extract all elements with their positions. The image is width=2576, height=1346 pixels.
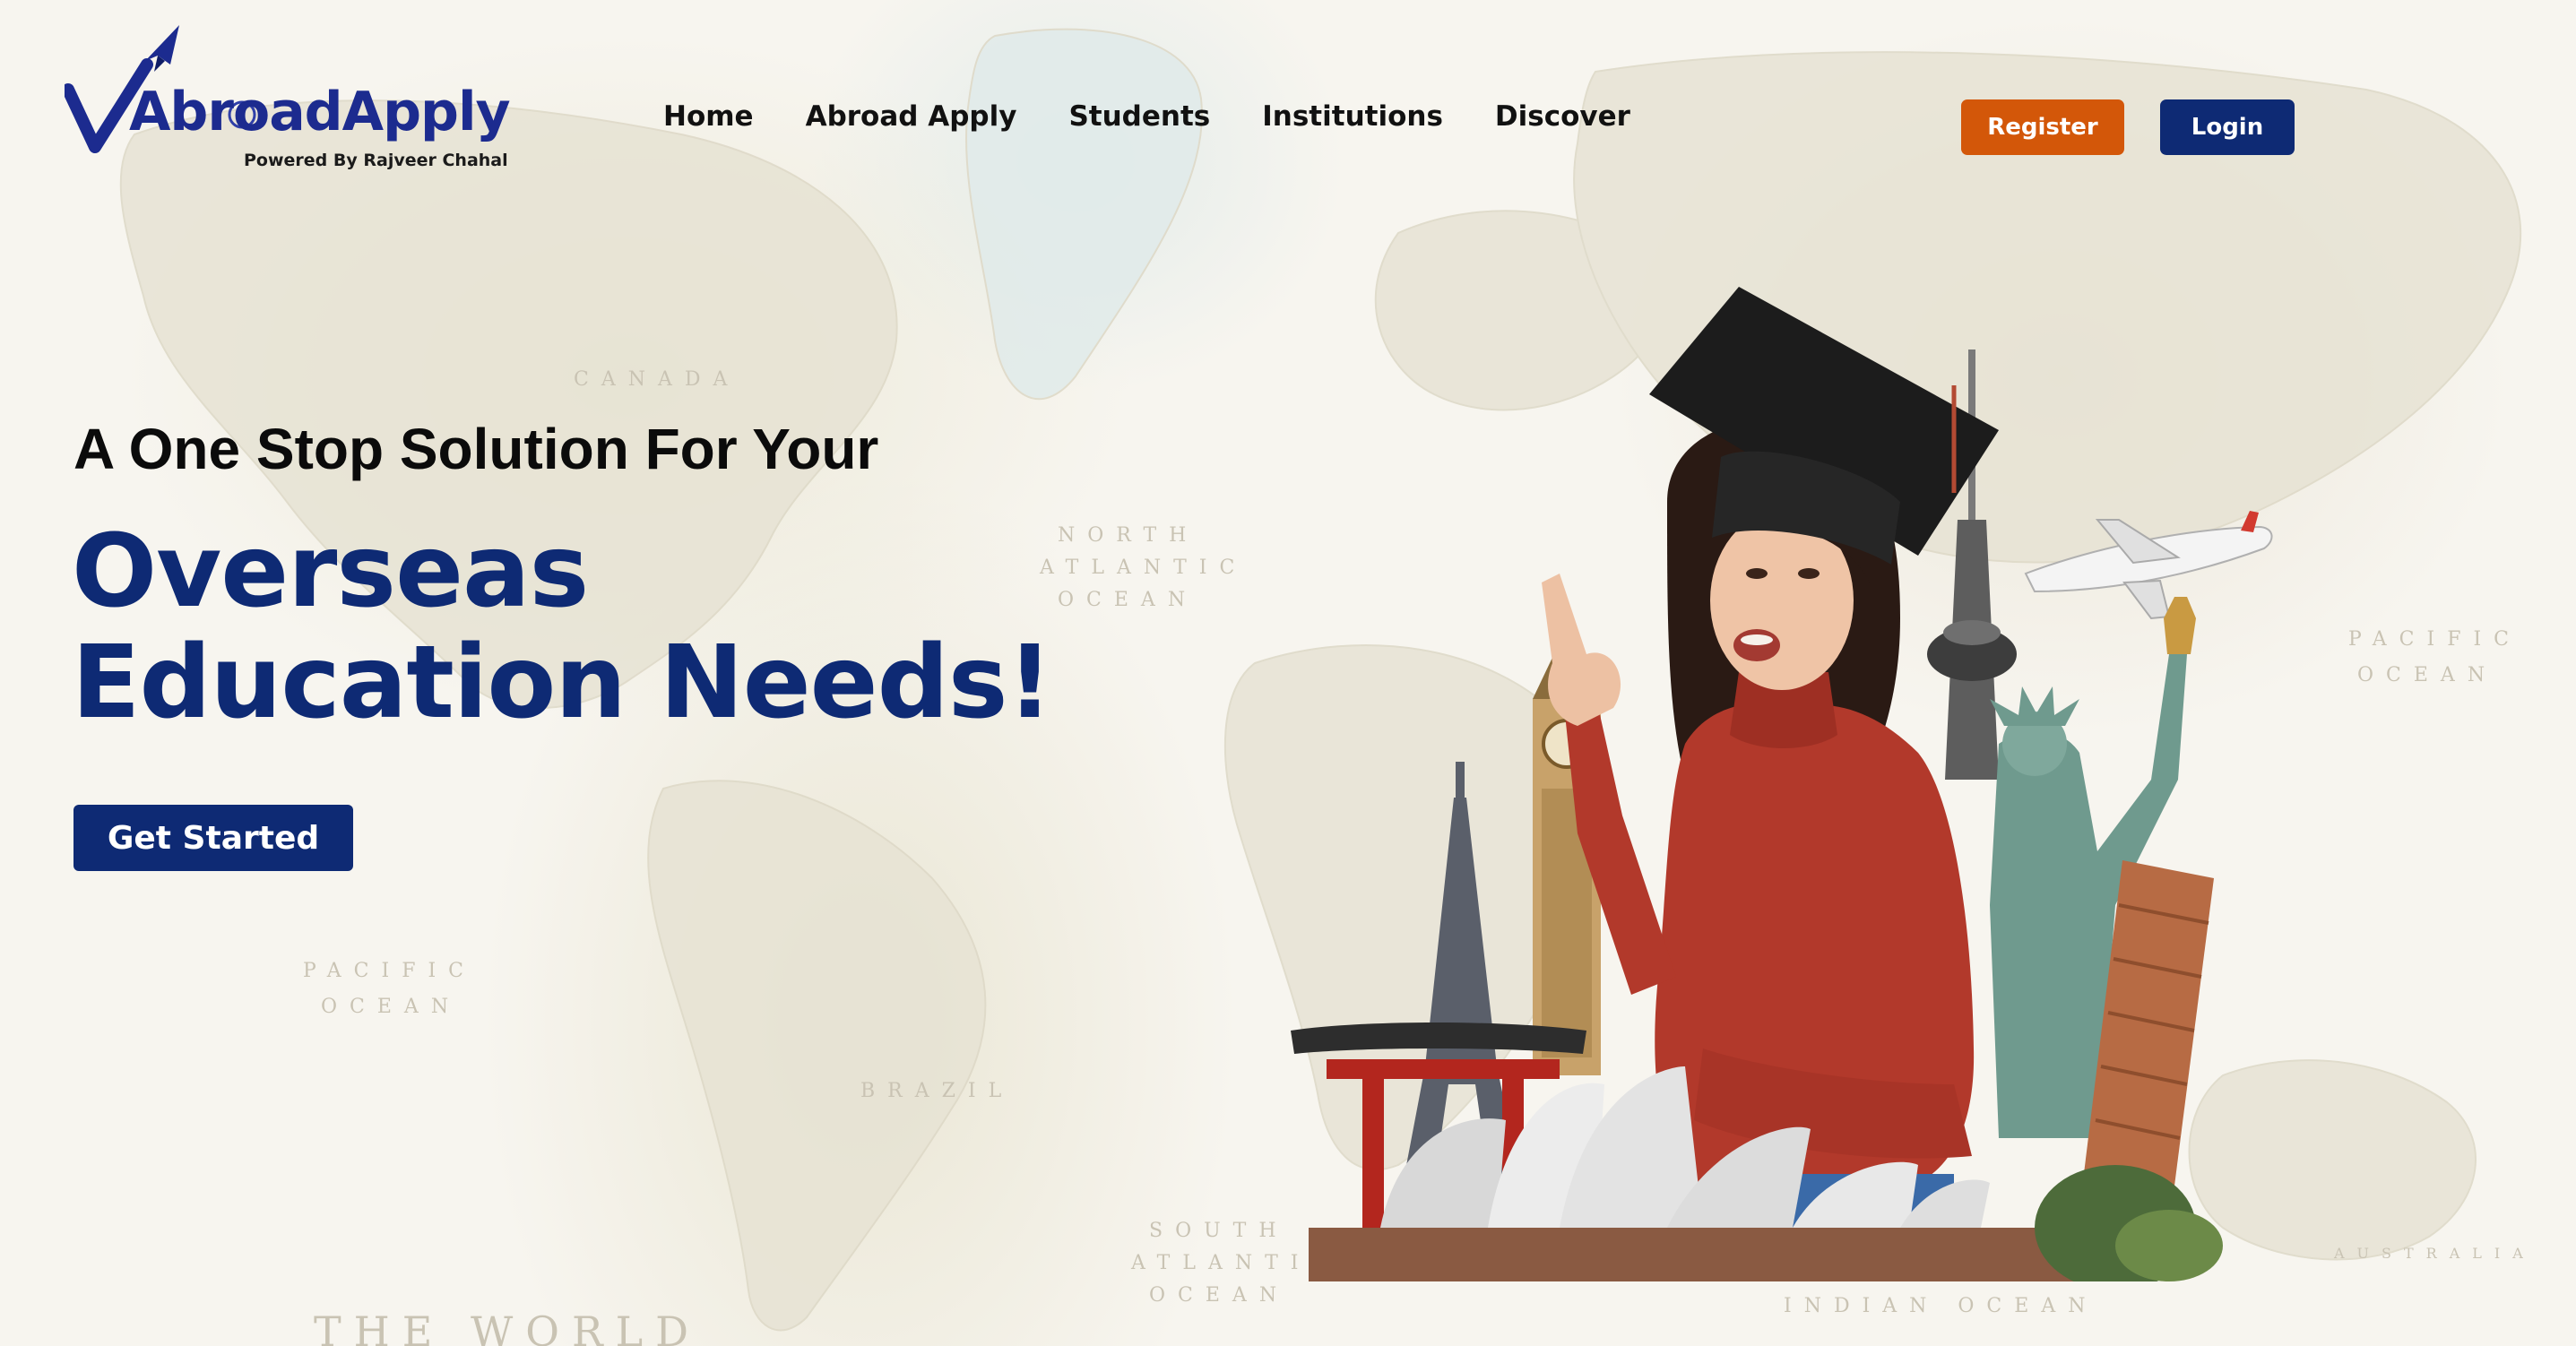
map-label-ocean-left: OCEAN bbox=[321, 996, 461, 1018]
airplane-icon bbox=[2024, 511, 2273, 620]
register-button[interactable]: Register bbox=[1961, 99, 2124, 155]
map-label-australia: AUSTRALIA bbox=[2333, 1245, 2536, 1262]
hero-title-line-1: Overseas bbox=[72, 513, 589, 630]
hero-title-line-2: Education Needs! bbox=[72, 625, 1053, 741]
map-label-canada: CANADA bbox=[574, 368, 739, 391]
map-label-ocean: OCEAN bbox=[1058, 589, 1197, 611]
hero-subtitle: A One Stop Solution For Your bbox=[73, 417, 879, 481]
map-label-pacific-right: PACIFIC bbox=[2348, 628, 2521, 651]
login-button[interactable]: Login bbox=[2160, 99, 2295, 155]
map-label-ocean-right: OCEAN bbox=[2357, 664, 2497, 686]
map-label-south: SOUTH bbox=[1149, 1220, 1289, 1242]
abroadapply-logo[interactable]: AbroadApply Powered By Rajveer Chahal bbox=[65, 25, 511, 177]
map-label-north: NORTH bbox=[1058, 524, 1198, 547]
nav-discover[interactable]: Discover bbox=[1495, 100, 1630, 133]
map-label-brazil: BRAZIL bbox=[860, 1080, 1014, 1102]
logo-tagline: Powered By Rajveer Chahal bbox=[244, 151, 508, 170]
map-label-pacific-left: PACIFIC bbox=[303, 960, 476, 982]
nav-abroad-apply[interactable]: Abroad Apply bbox=[806, 100, 1017, 133]
logo-wordmark: AbroadApply bbox=[129, 81, 511, 143]
map-label-the-world: THE WORLD bbox=[314, 1307, 701, 1346]
hero-title: Overseas Education Needs! bbox=[72, 513, 1053, 741]
nav-students[interactable]: Students bbox=[1068, 100, 1210, 133]
map-label-atlantic: ATLANTIC bbox=[1039, 557, 1247, 579]
map-label-ocean-south: OCEAN bbox=[1149, 1284, 1289, 1307]
nav-home[interactable]: Home bbox=[663, 100, 754, 133]
map-label-indian-ocean: INDIAN OCEAN bbox=[1784, 1295, 2097, 1317]
hero-graduate-landmarks-image bbox=[1291, 287, 2273, 1281]
landing-page: CANADA NORTH ATLANTIC OCEAN PACIFIC OCEA… bbox=[0, 0, 2576, 1346]
main-nav: Home Abroad Apply Students Institutions … bbox=[663, 100, 1682, 133]
greenery-icon bbox=[2035, 1165, 2223, 1281]
get-started-button[interactable]: Get Started bbox=[73, 805, 353, 871]
nav-institutions[interactable]: Institutions bbox=[1262, 100, 1443, 133]
